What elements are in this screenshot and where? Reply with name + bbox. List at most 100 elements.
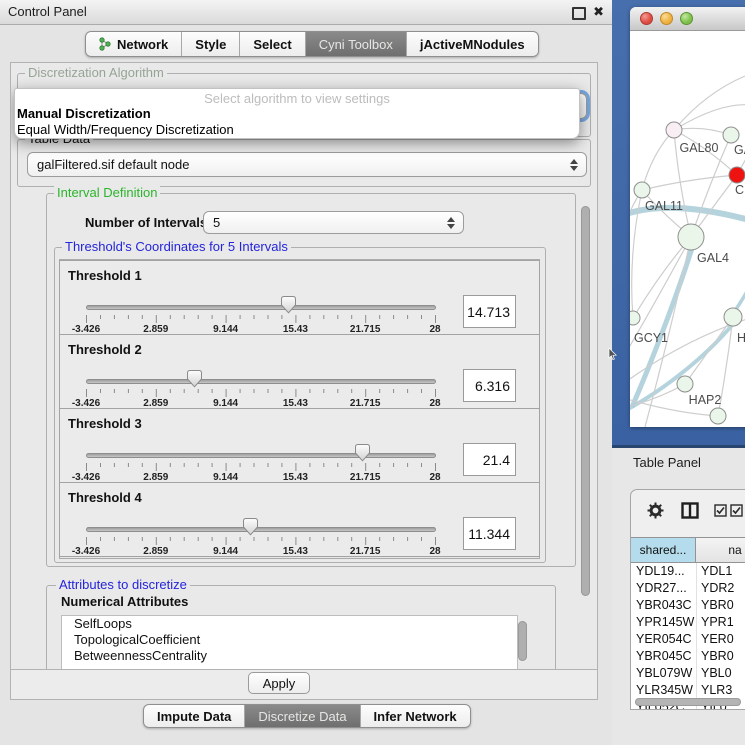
table-cell[interactable]: YDR2 bbox=[697, 580, 734, 597]
network-edge[interactable] bbox=[735, 274, 745, 311]
columns-icon[interactable] bbox=[681, 502, 699, 519]
table-cell[interactable]: YBR045C bbox=[631, 648, 697, 665]
window-close-icon[interactable] bbox=[640, 12, 653, 25]
bottom-tab-bar: Impute Data Discretize Data Infer Networ… bbox=[143, 704, 471, 728]
network-node[interactable] bbox=[666, 122, 682, 138]
float-window-icon[interactable] bbox=[572, 7, 586, 20]
popup-hint: Select algorithm to view settings bbox=[15, 89, 579, 106]
threshold-row: Threshold 4 -3.4262.8599.14415.4321.7152… bbox=[59, 482, 540, 557]
threshold-slider[interactable]: -3.4262.8599.14415.4321.71528 bbox=[86, 517, 436, 557]
table-cell[interactable]: YDL1 bbox=[697, 563, 732, 580]
threshold-slider[interactable]: -3.4262.8599.14415.4321.71528 bbox=[86, 369, 436, 409]
table-row[interactable]: YBR043CYBR0 bbox=[631, 597, 745, 614]
table-panel: shared...na YDL19...YDL1YDR27...YDR2YBR0… bbox=[630, 489, 745, 710]
threshold-value-field[interactable]: 21.4 bbox=[463, 443, 516, 476]
table-cell[interactable]: YPR145W bbox=[631, 614, 697, 631]
threshold-value-field[interactable]: 14.713 bbox=[463, 295, 516, 328]
popup-item-manual-discretization[interactable]: Manual Discretization bbox=[15, 106, 579, 122]
table-row[interactable]: YDL19...YDL1 bbox=[631, 563, 745, 580]
network-node[interactable] bbox=[630, 311, 640, 325]
top-tab-bar: Network Style Select Cyni Toolbox jActiv… bbox=[85, 31, 539, 57]
tab-infer-network[interactable]: Infer Network bbox=[360, 705, 470, 727]
table-cell[interactable]: YPR1 bbox=[697, 614, 734, 631]
network-node[interactable] bbox=[634, 182, 650, 198]
network-node[interactable] bbox=[677, 376, 693, 392]
tab-select[interactable]: Select bbox=[239, 32, 304, 56]
table-row[interactable]: YLR345WYLR3 bbox=[631, 682, 745, 699]
threshold-row: Threshold 1 -3.4262.8599.14415.4321.7152… bbox=[59, 260, 540, 335]
popup-item-equal-width-frequency[interactable]: Equal Width/Frequency Discretization bbox=[15, 122, 579, 138]
slider-thumb[interactable] bbox=[355, 444, 370, 462]
tab-label: jActiveMNodules bbox=[420, 37, 525, 52]
network-edge[interactable] bbox=[674, 76, 745, 130]
table-cell[interactable]: YLR3 bbox=[697, 682, 732, 699]
column-header[interactable]: shared... bbox=[630, 537, 696, 563]
network-node[interactable] bbox=[678, 224, 704, 250]
network-edge[interactable] bbox=[642, 175, 737, 190]
table-cell[interactable]: YBL0 bbox=[697, 665, 732, 682]
network-edge[interactable] bbox=[642, 130, 674, 190]
slider-track[interactable] bbox=[86, 305, 436, 310]
network-node[interactable] bbox=[723, 127, 739, 143]
table-data-combobox[interactable]: galFiltered.sif default node bbox=[27, 152, 587, 177]
threshold-rows: Threshold 1 -3.4262.8599.14415.4321.7152… bbox=[59, 259, 540, 559]
threshold-value-field[interactable]: 11.344 bbox=[463, 517, 516, 550]
content-scrollbar[interactable] bbox=[581, 206, 590, 596]
table-row[interactable]: YBR045CYBR0 bbox=[631, 648, 745, 665]
table-cell[interactable]: YLR345W bbox=[631, 682, 697, 699]
network-node[interactable] bbox=[710, 408, 726, 424]
table-row[interactable]: YBL079WYBL0 bbox=[631, 665, 745, 682]
table-cell[interactable]: YER054C bbox=[631, 631, 697, 648]
slider-track[interactable] bbox=[86, 453, 436, 458]
table-cell[interactable]: YBR043C bbox=[631, 597, 697, 614]
tab-impute-data[interactable]: Impute Data bbox=[144, 705, 244, 727]
tab-style[interactable]: Style bbox=[181, 32, 239, 56]
table-cell[interactable]: YBR0 bbox=[697, 648, 734, 665]
slider-thumb[interactable] bbox=[187, 370, 202, 388]
table-cell[interactable]: YDR27... bbox=[631, 580, 697, 597]
network-node[interactable] bbox=[724, 308, 742, 326]
tab-cyni-toolbox[interactable]: Cyni Toolbox bbox=[305, 32, 406, 56]
tab-jactivemnodules[interactable]: jActiveMNodules bbox=[406, 32, 538, 56]
table-row[interactable]: YER054CYER0 bbox=[631, 631, 745, 648]
threshold-slider[interactable]: -3.4262.8599.14415.4321.71528 bbox=[86, 295, 436, 335]
tab-network[interactable]: Network bbox=[86, 32, 181, 56]
checkbox-icon[interactable] bbox=[714, 504, 727, 517]
window-minimize-icon[interactable] bbox=[660, 12, 673, 25]
table-horizontal-scrollbar[interactable] bbox=[635, 698, 741, 706]
slider-thumb[interactable] bbox=[281, 296, 296, 314]
attribute-list-item[interactable]: TopologicalCoefficient bbox=[62, 632, 517, 648]
number-of-intervals-value: 5 bbox=[213, 215, 220, 230]
tab-label: Discretize Data bbox=[258, 709, 346, 724]
slider-track[interactable] bbox=[86, 379, 436, 384]
attribute-list-item[interactable]: SelfLoops bbox=[62, 616, 517, 632]
gear-icon[interactable] bbox=[647, 502, 664, 519]
network-canvas[interactable]: GAL80GACGAL11GAL4GCY1HHAP2 bbox=[630, 31, 745, 427]
number-of-intervals-combobox[interactable]: 5 bbox=[203, 211, 464, 234]
attribute-list-item[interactable]: BetweennessCentrality bbox=[62, 648, 517, 664]
tab-discretize-data[interactable]: Discretize Data bbox=[244, 705, 359, 727]
slider-thumb[interactable] bbox=[243, 518, 258, 536]
apply-button[interactable]: Apply bbox=[248, 672, 310, 694]
checkbox-icon[interactable] bbox=[730, 504, 743, 517]
table-data-combo-value: galFiltered.sif default node bbox=[37, 157, 189, 172]
threshold-slider[interactable]: -3.4262.8599.14415.4321.71528 bbox=[86, 443, 436, 483]
window-zoom-icon[interactable] bbox=[680, 12, 693, 25]
threshold-value-field[interactable]: 6.316 bbox=[463, 369, 516, 402]
threshold-label: Threshold 3 bbox=[68, 416, 142, 431]
table-cell[interactable]: YDL19... bbox=[631, 563, 697, 580]
tab-label: Style bbox=[195, 37, 226, 52]
table-cell[interactable]: YBL079W bbox=[631, 665, 697, 682]
close-panel-icon[interactable]: ✖ bbox=[593, 5, 604, 19]
table-cell[interactable]: YER0 bbox=[697, 631, 734, 648]
network-window-titlebar[interactable] bbox=[630, 7, 745, 31]
attributes-list-scrollbar[interactable] bbox=[518, 621, 527, 661]
network-node[interactable] bbox=[729, 167, 745, 183]
column-header[interactable]: na bbox=[695, 537, 745, 563]
table-row[interactable]: YDR27...YDR2 bbox=[631, 580, 745, 597]
network-window: GAL80GACGAL11GAL4GCY1HHAP2 bbox=[630, 7, 745, 427]
table-row[interactable]: YPR145WYPR1 bbox=[631, 614, 745, 631]
table-cell[interactable]: YBR0 bbox=[697, 597, 734, 614]
numerical-attributes-list[interactable]: SelfLoopsTopologicalCoefficientBetweenne… bbox=[61, 615, 518, 671]
slider-track[interactable] bbox=[86, 527, 436, 532]
